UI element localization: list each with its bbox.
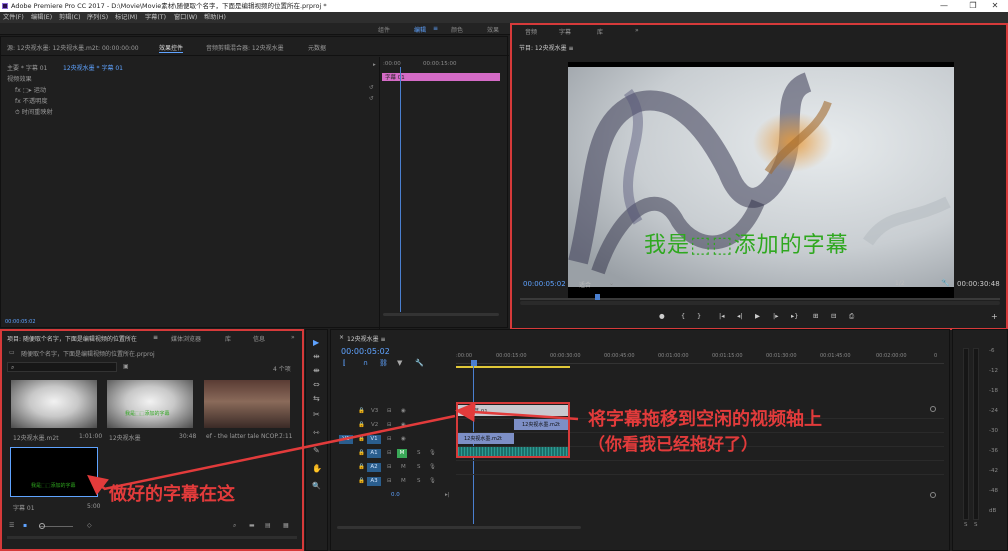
annotation-arrows <box>87 402 579 496</box>
annotation-drag-line1: 将字幕拖移到空闲的视频轴上 <box>588 409 822 430</box>
drag-arrow <box>455 402 579 422</box>
annotation-drag-line2: （你看我已经拖好了） <box>588 435 758 455</box>
done-arrow <box>87 474 109 496</box>
annotation-done: 做好的字幕在这 <box>109 484 235 505</box>
link-arrow-line <box>103 414 456 491</box>
